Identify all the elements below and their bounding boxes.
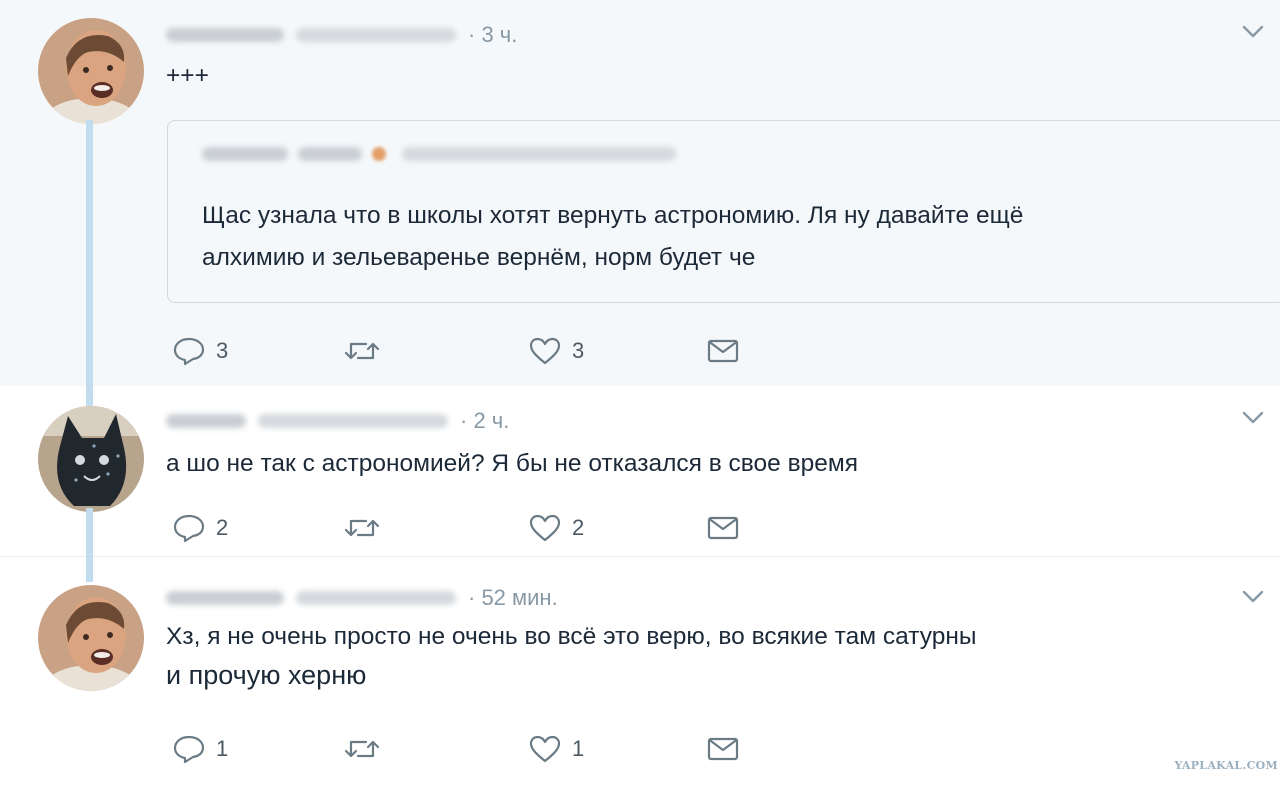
tweet-text-line: Хз, я не очень просто не очень во всё эт…	[166, 623, 977, 650]
retweet-button[interactable]	[342, 731, 392, 767]
quoted-tweet[interactable]: Щас узнала что в школы хотят вернуть аст…	[167, 120, 1280, 303]
reply-button[interactable]: 2	[172, 510, 228, 546]
tweet-text-line: и прочую херню	[166, 660, 367, 690]
reply-count: 3	[216, 338, 229, 363]
author-name-blurred[interactable]	[166, 28, 284, 42]
reply-icon	[173, 514, 205, 543]
tweet-time[interactable]: · 52 мин.	[468, 585, 558, 611]
quoted-author-name-blurred	[202, 147, 288, 161]
avatar[interactable]	[38, 406, 144, 512]
retweet-button[interactable]	[342, 510, 392, 546]
tweet-text: +++	[166, 62, 209, 89]
heart-icon	[529, 735, 561, 763]
author-name-blurred[interactable]	[166, 414, 246, 428]
avatar[interactable]	[38, 585, 144, 691]
chevron-down-icon[interactable]	[1238, 406, 1268, 428]
avatar[interactable]	[38, 18, 144, 124]
reply-button[interactable]: 1	[172, 731, 228, 767]
reply-icon	[173, 735, 205, 764]
quoted-tweet-header	[202, 147, 684, 161]
retweet-icon	[344, 740, 380, 758]
thread-connector	[86, 120, 93, 406]
tweet-time[interactable]: · 3 ч.	[468, 22, 517, 48]
heart-icon	[529, 337, 561, 365]
tweet-actions: 1 1	[172, 731, 772, 767]
like-count: 1	[572, 736, 585, 761]
direct-message-button[interactable]	[706, 731, 740, 767]
retweet-button[interactable]	[342, 333, 392, 369]
quoted-text-line: алхимию и зельеваренье вернём, норм буде…	[202, 244, 756, 271]
author-handle-blurred[interactable]	[258, 414, 448, 428]
reply-icon	[173, 337, 205, 366]
author-name-blurred[interactable]	[166, 591, 284, 605]
reply-button[interactable]: 3	[172, 333, 228, 369]
tweet-thread: · 3 ч. +++ Щас узнала что в школы хотят …	[0, 0, 1280, 793]
thread-connector	[86, 508, 93, 582]
heart-icon	[529, 514, 561, 542]
tweet-header: · 2 ч.	[166, 406, 509, 436]
like-count: 3	[572, 338, 585, 363]
tweet-text: Хз, я не очень просто не очень во всё эт…	[166, 617, 976, 695]
chevron-down-icon[interactable]	[1238, 20, 1268, 42]
quoted-author-handle-blurred	[402, 147, 676, 161]
tweet-header: · 52 мин.	[166, 583, 558, 613]
author-handle-blurred[interactable]	[296, 28, 456, 42]
like-button[interactable]: 2	[528, 510, 584, 546]
watermark: YAPLAKAL.COM	[1174, 759, 1278, 772]
envelope-icon	[707, 516, 739, 540]
tweet-actions: 2 2	[172, 510, 772, 546]
tweet-actions: 3 3	[172, 333, 772, 369]
envelope-icon	[707, 737, 739, 761]
tweet-2[interactable]: · 2 ч. а шо не так с астрономией? Я бы н…	[0, 386, 1280, 556]
retweet-icon	[344, 342, 380, 360]
quoted-tweet-text: Щас узнала что в школы хотят вернуть аст…	[202, 195, 1023, 279]
reply-count: 1	[216, 736, 229, 761]
author-handle-blurred[interactable]	[296, 591, 456, 605]
tweet-1[interactable]: · 3 ч. +++ Щас узнала что в школы хотят …	[0, 0, 1280, 386]
chevron-down-icon[interactable]	[1238, 585, 1268, 607]
tweet-time[interactable]: · 2 ч.	[460, 408, 509, 434]
tweet-text: а шо не так с астрономией? Я бы не отказ…	[166, 450, 858, 477]
quoted-text-line: Щас узнала что в школы хотят вернуть аст…	[202, 202, 1024, 229]
like-button[interactable]: 3	[528, 333, 584, 369]
envelope-icon	[707, 339, 739, 363]
tweet-header: · 3 ч.	[166, 20, 517, 50]
quoted-author-name-blurred	[298, 147, 362, 161]
direct-message-button[interactable]	[706, 333, 740, 369]
like-count: 2	[572, 515, 585, 540]
retweet-icon	[344, 519, 380, 537]
like-button[interactable]: 1	[528, 731, 584, 767]
reply-count: 2	[216, 515, 229, 540]
emoji-icon	[372, 147, 386, 161]
direct-message-button[interactable]	[706, 510, 740, 546]
tweet-3[interactable]: · 52 мин. Хз, я не очень просто не очень…	[0, 556, 1280, 793]
